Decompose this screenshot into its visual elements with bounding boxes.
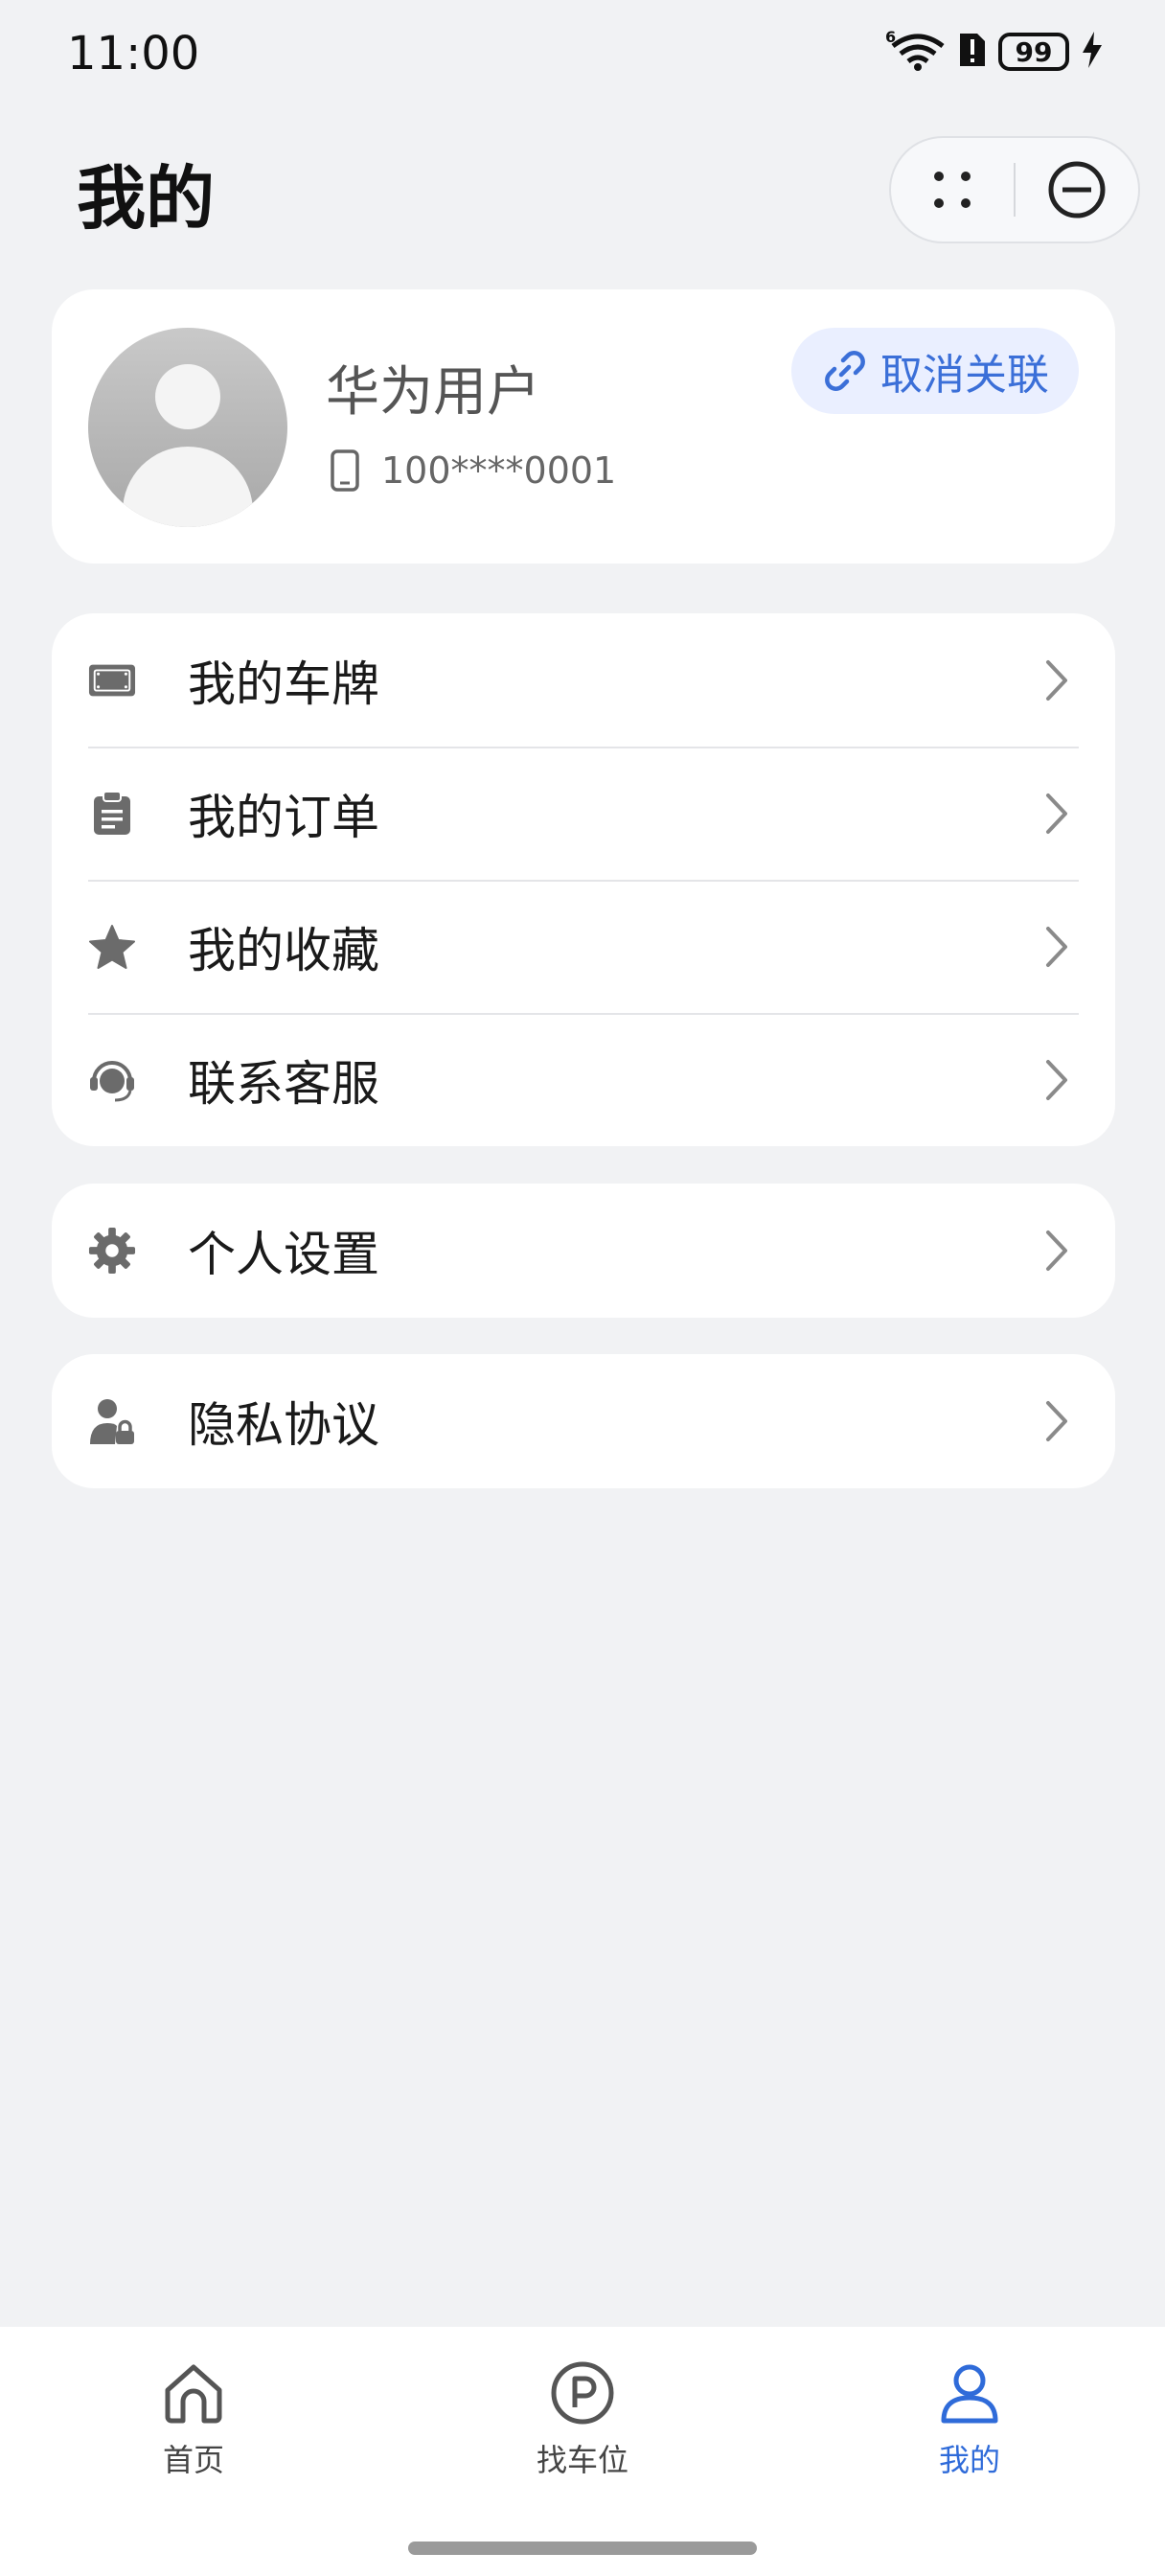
status-bar: 11:00 6 99 — [0, 0, 1165, 115]
home-indicator[interactable] — [408, 2542, 757, 2555]
user-name: 华为用户 — [326, 361, 540, 424]
privacy-card: 隐私协议 — [52, 1354, 1115, 1488]
home-icon — [165, 2364, 222, 2424]
menu-item-orders[interactable]: 我的订单 — [52, 747, 1115, 880]
bottom-nav: 首页 找车位 我的 — [0, 2327, 1165, 2576]
tab-label: 找车位 — [536, 2442, 628, 2478]
menu-item-settings[interactable]: 个人设置 — [52, 1184, 1115, 1318]
my-page: 11:00 6 99 我的 华为用户 100****0001 取消关联 我的车牌… — [0, 0, 1165, 2576]
settings-card: 个人设置 — [52, 1184, 1115, 1318]
phone-number: 100****0001 — [381, 449, 617, 492]
menu-item-license-plate[interactable]: 我的车牌 — [52, 613, 1115, 747]
page-title: 我的 — [77, 158, 216, 239]
menu-label: 联系客服 — [188, 1055, 379, 1112]
unlink-label: 取消关联 — [880, 351, 1049, 400]
menu-label: 我的订单 — [188, 789, 379, 845]
profile-card: 华为用户 100****0001 取消关联 — [52, 289, 1115, 564]
wifi-icon: 6 — [885, 28, 945, 75]
license-plate-icon — [88, 656, 136, 704]
unlink-button[interactable]: 取消关联 — [791, 328, 1079, 414]
link-icon — [825, 351, 865, 391]
charging-icon — [1081, 30, 1104, 74]
headset-icon — [88, 1056, 136, 1104]
menu-label: 我的车牌 — [188, 656, 379, 712]
tab-label: 我的 — [938, 2442, 1000, 2478]
phone-row: 100****0001 — [330, 448, 616, 493]
menu-item-privacy[interactable]: 隐私协议 — [52, 1354, 1115, 1488]
parking-icon — [551, 2361, 614, 2425]
mini-program-capsule — [889, 136, 1140, 243]
phone-icon — [331, 449, 359, 492]
chevron-right-icon — [1046, 1059, 1067, 1100]
gear-icon — [88, 1227, 136, 1275]
close-button[interactable] — [1016, 136, 1138, 243]
avatar[interactable] — [88, 328, 287, 527]
chevron-right-icon — [1046, 1401, 1067, 1441]
menu-label: 个人设置 — [188, 1227, 379, 1282]
tab-home[interactable]: 首页 — [98, 2359, 289, 2480]
tab-my[interactable]: 我的 — [874, 2359, 1065, 2480]
chevron-right-icon — [1046, 926, 1067, 967]
user-lock-icon — [88, 1397, 136, 1445]
person-icon — [941, 2364, 998, 2424]
menu-item-favorites[interactable]: 我的收藏 — [52, 880, 1115, 1013]
more-button[interactable] — [891, 136, 1014, 243]
clipboard-icon — [88, 790, 136, 838]
status-icons: 6 99 — [885, 28, 1104, 75]
status-time: 11:00 — [67, 27, 200, 80]
menu-item-customer-service[interactable]: 联系客服 — [52, 1013, 1115, 1146]
menu-card: 我的车牌 我的订单 我的收藏 联系客服 — [52, 613, 1115, 1146]
more-dots-icon — [934, 172, 971, 208]
battery-indicator: 99 — [998, 33, 1069, 71]
chevron-right-icon — [1046, 1230, 1067, 1271]
tab-label: 首页 — [162, 2442, 224, 2478]
chevron-right-icon — [1046, 793, 1067, 834]
chevron-right-icon — [1046, 659, 1067, 701]
star-icon — [88, 923, 136, 971]
tab-find-parking[interactable]: 找车位 — [487, 2359, 678, 2480]
minus-circle-icon — [1048, 161, 1106, 218]
alert-sim-icon — [956, 30, 987, 74]
menu-label: 隐私协议 — [188, 1397, 379, 1453]
menu-label: 我的收藏 — [188, 922, 379, 978]
